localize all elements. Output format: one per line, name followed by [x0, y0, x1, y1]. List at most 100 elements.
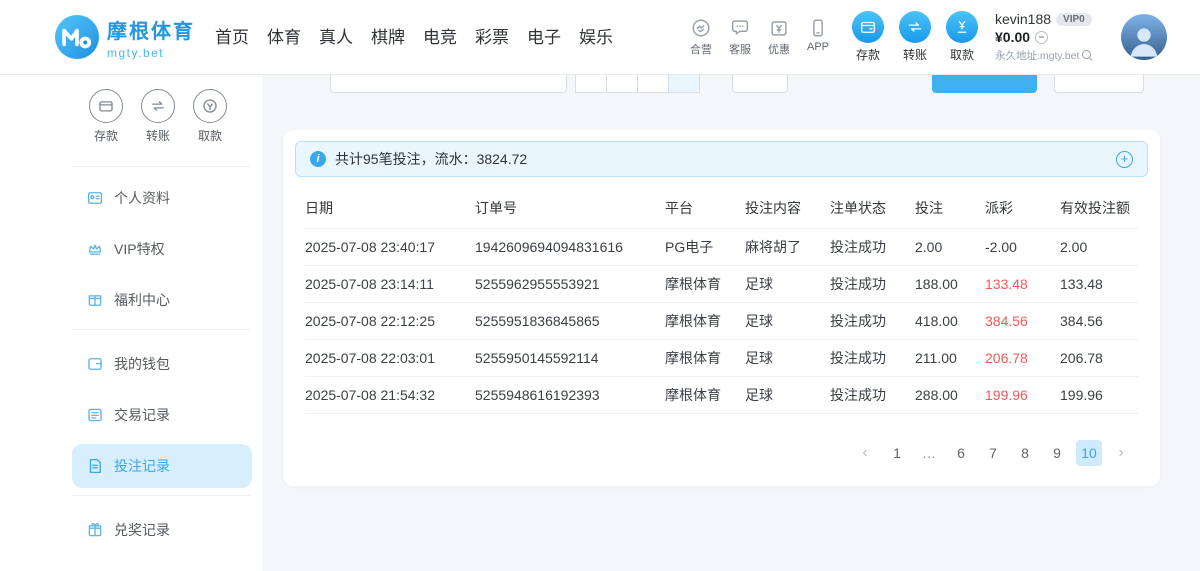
- document-icon: [86, 457, 104, 475]
- table-row: 2025-07-08 22:03:01 5255950145592114 摩根体…: [305, 340, 1138, 377]
- prize-box-icon: [86, 521, 104, 539]
- pagination-page-8[interactable]: 8: [1012, 440, 1038, 466]
- cell-date: 2025-07-08 22:12:25: [305, 313, 475, 329]
- promo-button[interactable]: 优惠: [764, 17, 794, 57]
- sidebar-item-transactions[interactable]: 交易记录: [72, 393, 252, 437]
- expand-plus-icon[interactable]: +: [1116, 151, 1133, 168]
- app-download-button[interactable]: APP: [803, 17, 833, 57]
- support-button[interactable]: 客服: [725, 17, 755, 57]
- quick-range-option[interactable]: [606, 75, 638, 93]
- quick-range-option[interactable]: [637, 75, 669, 93]
- pagination-ellipsis[interactable]: …: [916, 440, 942, 466]
- transfer-button[interactable]: 转账: [897, 11, 933, 63]
- permanent-address: 永久地址:mgty.bet: [995, 48, 1079, 63]
- sidebar-group-divider: [72, 329, 250, 330]
- id-card-icon: [86, 189, 104, 207]
- nav-item-slots[interactable]: 电子: [518, 0, 570, 75]
- avatar[interactable]: [1121, 14, 1167, 60]
- column-header-date: 日期: [305, 198, 475, 218]
- sidebar-item-bet-records[interactable]: 投注记录: [72, 444, 252, 488]
- phone-icon: [807, 17, 829, 39]
- menu-label: 个人资料: [114, 188, 170, 208]
- sidebar-menu: 个人资料 VIP特权 福利中心 我的钱包 交易记录 投注记录: [0, 167, 262, 552]
- cell-bet: 2.00: [915, 239, 985, 255]
- cell-platform: PG电子: [665, 237, 745, 257]
- nav-item-cards[interactable]: 棋牌: [362, 0, 414, 75]
- partner-button[interactable]: 合营: [686, 17, 716, 57]
- cell-payout: 199.96: [985, 387, 1060, 403]
- nav-item-entertainment[interactable]: 娱乐: [570, 0, 622, 75]
- logo[interactable]: 摩根体育 mgty.bet: [55, 15, 195, 60]
- sidebar-item-prize-records[interactable]: 兑奖记录: [72, 508, 252, 552]
- cell-bet: 188.00: [915, 276, 985, 292]
- column-header-payout: 派彩: [985, 198, 1060, 218]
- cell-platform: 摩根体育: [665, 274, 745, 294]
- quick-range-option[interactable]: [575, 75, 607, 93]
- filter-bar: [262, 75, 1200, 93]
- filter-small-select[interactable]: [732, 75, 788, 93]
- logo-domain: mgty.bet: [107, 46, 195, 60]
- cell-bet: 288.00: [915, 387, 985, 403]
- pagination-page-9[interactable]: 9: [1044, 440, 1070, 466]
- person-icon: [1124, 20, 1164, 60]
- app-label: APP: [807, 41, 829, 53]
- cell-order: 1942609694094831616: [475, 239, 665, 255]
- nav-item-sports[interactable]: 体育: [258, 0, 310, 75]
- sidebar-item-profile[interactable]: 个人资料: [72, 176, 252, 220]
- nav-item-lottery[interactable]: 彩票: [466, 0, 518, 75]
- search-icon[interactable]: [1082, 50, 1093, 61]
- column-header-order: 订单号: [475, 198, 665, 218]
- date-range-input[interactable]: [330, 75, 567, 93]
- sidebar-item-wallet[interactable]: 我的钱包: [72, 342, 252, 386]
- cell-valid-bet: 206.78: [1060, 350, 1138, 366]
- cell-order: 5255950145592114: [475, 350, 665, 366]
- sidebar-withdraw-button[interactable]: 取款: [192, 89, 228, 144]
- main-nav: 首页 体育 真人 棋牌 电竞 彩票 电子 娱乐: [206, 0, 622, 75]
- hide-balance-icon[interactable]: [1035, 31, 1048, 44]
- cell-order: 5255962955553921: [475, 276, 665, 292]
- quick-range-option-selected[interactable]: [668, 75, 700, 93]
- deposit-card-icon: [89, 89, 123, 123]
- pagination-page-6[interactable]: 6: [948, 440, 974, 466]
- crown-icon: [86, 240, 104, 258]
- deposit-label: 存款: [856, 46, 880, 63]
- deposit-button[interactable]: 存款: [850, 11, 886, 63]
- gift-icon: [86, 291, 104, 309]
- withdraw-button[interactable]: 取款: [944, 11, 980, 63]
- sidebar-withdraw-label: 取款: [198, 127, 222, 144]
- nav-item-home[interactable]: 首页: [206, 0, 258, 75]
- pagination-page-1[interactable]: 1: [884, 440, 910, 466]
- summary-bar: i 共计95笔投注，流水：3824.72 +: [295, 141, 1148, 177]
- cell-date: 2025-07-08 22:03:01: [305, 350, 475, 366]
- pagination-next[interactable]: ›: [1108, 440, 1134, 466]
- search-button[interactable]: [932, 75, 1037, 93]
- wallet-icon: [86, 355, 104, 373]
- menu-label: 我的钱包: [114, 354, 170, 374]
- pagination-prev[interactable]: ‹: [852, 440, 878, 466]
- sidebar-item-vip[interactable]: VIP特权: [72, 227, 252, 271]
- nav-item-live[interactable]: 真人: [310, 0, 362, 75]
- sidebar-group-divider: [72, 495, 250, 496]
- cell-status: 投注成功: [830, 237, 915, 257]
- column-header-status: 注单状态: [830, 198, 915, 218]
- bets-table: 日期 订单号 平台 投注内容 注单状态 投注 派彩 有效投注额 2025-07-…: [305, 187, 1138, 414]
- summary-text: 共计95笔投注，流水：3824.72: [335, 149, 527, 169]
- chat-bubble-icon: [729, 17, 751, 39]
- sidebar-transfer-button[interactable]: 转账: [140, 89, 176, 144]
- pagination: ‹ 1 … 6 7 8 9 10 ›: [295, 440, 1134, 466]
- cell-status: 投注成功: [830, 311, 915, 331]
- reset-button[interactable]: [1054, 75, 1144, 93]
- cell-date: 2025-07-08 23:40:17: [305, 239, 475, 255]
- page: 摩根体育 mgty.bet 首页 体育 真人 棋牌 电竞 彩票 电子 娱乐 合营…: [0, 0, 1200, 571]
- sidebar-deposit-button[interactable]: 存款: [88, 89, 124, 144]
- header-quick-icons: 合营 客服 优惠 APP: [686, 17, 833, 57]
- pagination-page-7[interactable]: 7: [980, 440, 1006, 466]
- top-navbar: 摩根体育 mgty.bet 首页 体育 真人 棋牌 电竞 彩票 电子 娱乐 合营…: [0, 0, 1200, 75]
- cell-order: 5255948616192393: [475, 387, 665, 403]
- pagination-page-10-active[interactable]: 10: [1076, 440, 1102, 466]
- nav-item-esports[interactable]: 电竞: [414, 0, 466, 75]
- cell-status: 投注成功: [830, 274, 915, 294]
- transfer-label: 转账: [903, 46, 927, 63]
- username[interactable]: kevin188: [995, 11, 1051, 27]
- sidebar-item-welfare[interactable]: 福利中心: [72, 278, 252, 322]
